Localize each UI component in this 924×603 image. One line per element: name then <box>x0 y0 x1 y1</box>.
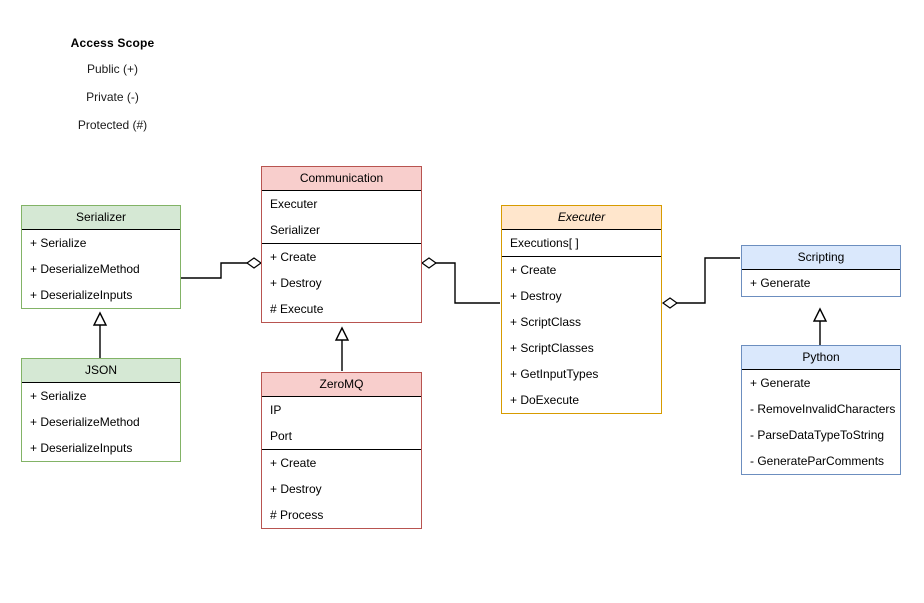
class-member: + Create <box>270 456 317 470</box>
class-member: + Destroy <box>270 276 322 290</box>
class-methods-json: + Serialize + DeserializeMethod + Deseri… <box>22 383 180 461</box>
class-box-zeromq[interactable]: ZeroMQ IP Port + Create + Destroy # Proc… <box>261 372 422 529</box>
class-box-scripting[interactable]: Scripting + Generate <box>741 245 901 297</box>
class-box-json[interactable]: JSON + Serialize + DeserializeMethod + D… <box>21 358 181 462</box>
class-member: + DoExecute <box>510 393 580 407</box>
class-box-python[interactable]: Python + Generate - RemoveInvalidCharact… <box>741 345 901 475</box>
class-box-executer[interactable]: Executer Executions[ ] + Create + Destro… <box>501 205 662 414</box>
legend-item-public: Public (+) <box>86 62 139 76</box>
class-member: + Create <box>510 263 557 277</box>
legend-item-private: Private (-) <box>86 90 139 104</box>
class-title-json: JSON <box>22 359 180 383</box>
class-title-scripting: Scripting <box>742 246 900 270</box>
class-member: + Generate <box>750 276 811 290</box>
class-member: IP <box>270 403 282 417</box>
class-attributes-zeromq: IP Port <box>262 397 421 449</box>
class-title-serializer: Serializer <box>22 206 180 230</box>
class-member: + Serialize <box>30 389 87 403</box>
class-member: + ScriptClass <box>510 315 582 329</box>
edge-executer-scripting <box>661 257 740 309</box>
class-title-communication: Communication <box>262 167 421 191</box>
class-box-communication[interactable]: Communication Executer Serializer + Crea… <box>261 166 422 323</box>
class-member: + ScriptClasses <box>510 341 594 355</box>
legend-title: Access Scope <box>70 36 155 50</box>
class-methods-communication: + Create + Destroy # Execute <box>262 243 421 322</box>
class-member: + Serialize <box>30 236 87 250</box>
class-attributes-executer: Executions[ ] <box>502 230 661 256</box>
class-member: + DeserializeMethod <box>30 262 140 276</box>
class-member: - RemoveInvalidCharacters <box>750 402 896 416</box>
class-attributes-communication: Executer Serializer <box>262 191 421 243</box>
class-member: + Destroy <box>270 482 322 496</box>
legend-item-protected: Protected (#) <box>77 118 148 132</box>
class-methods-zeromq: + Create + Destroy # Process <box>262 449 421 528</box>
class-member: + DeserializeMethod <box>30 415 140 429</box>
edge-communication-serializer <box>181 257 263 279</box>
class-methods-python: + Generate - RemoveInvalidCharacters - P… <box>742 370 900 474</box>
class-member: - ParseDataTypeToString <box>750 428 885 442</box>
class-member: + Create <box>270 250 317 264</box>
diagram-canvas: Access Scope Public (+) Private (-) Prot… <box>0 0 924 603</box>
edge-communication-executer <box>420 257 500 304</box>
class-methods-serializer: + Serialize + DeserializeMethod + Deseri… <box>22 230 180 308</box>
class-member: + Generate <box>750 376 811 390</box>
class-title-executer: Executer <box>502 206 661 230</box>
class-member: Port <box>270 429 293 443</box>
edge-zeromq-communication <box>334 326 350 371</box>
class-member: + DeserializeInputs <box>30 288 133 302</box>
edge-python-scripting <box>812 307 828 345</box>
class-methods-scripting: + Generate <box>742 270 900 296</box>
class-title-python: Python <box>742 346 900 370</box>
class-member: - GenerateParComments <box>750 454 885 468</box>
class-title-zeromq: ZeroMQ <box>262 373 421 397</box>
class-member: Executions[ ] <box>510 236 579 250</box>
class-methods-executer: + Create + Destroy + ScriptClass + Scrip… <box>502 256 661 413</box>
edge-json-serializer <box>92 311 108 358</box>
access-scope-legend: Access Scope Public (+) Private (-) Prot… <box>30 36 195 132</box>
class-member: + DeserializeInputs <box>30 441 133 455</box>
class-member: # Execute <box>270 302 324 316</box>
class-member: Serializer <box>270 223 321 237</box>
class-member: Executer <box>270 197 318 211</box>
class-member: + Destroy <box>510 289 562 303</box>
class-box-serializer[interactable]: Serializer + Serialize + DeserializeMeth… <box>21 205 181 309</box>
class-member: + GetInputTypes <box>510 367 599 381</box>
class-member: # Process <box>270 508 324 522</box>
